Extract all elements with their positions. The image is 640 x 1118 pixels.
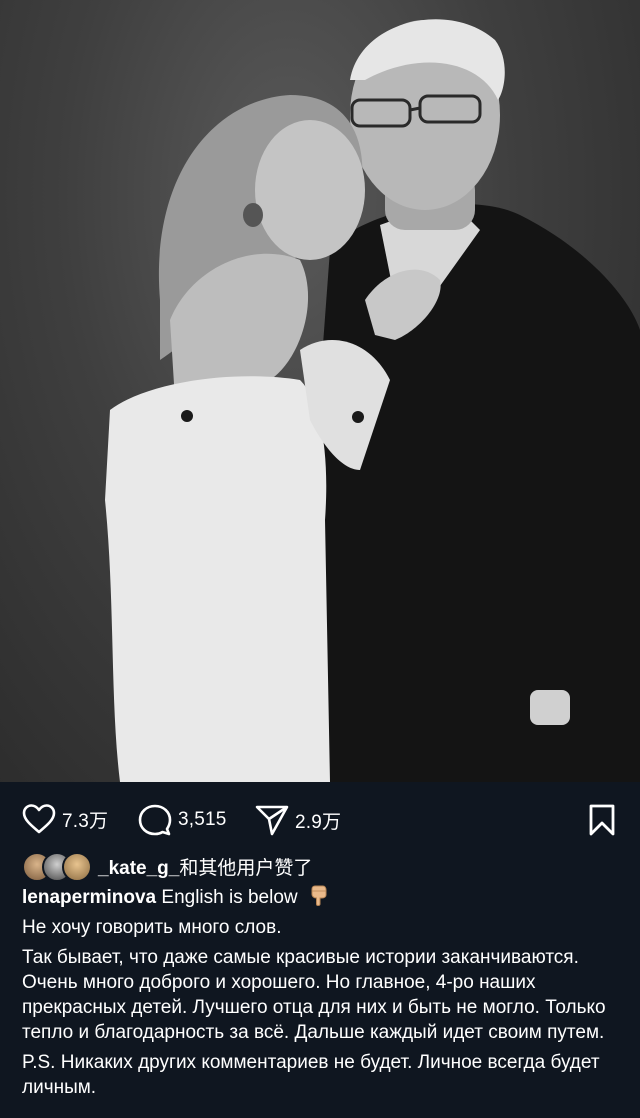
like-button[interactable]: 7.3万 <box>22 804 108 834</box>
liked-by-row[interactable]: _kate_g_和其他用户赞了 <box>22 852 312 882</box>
post-caption: lenaperminova English is below Не хочу г… <box>22 884 622 1105</box>
caption-first-line: lenaperminova English is below <box>22 884 622 910</box>
liker-avatars <box>22 852 98 882</box>
paper-plane-icon <box>255 805 289 836</box>
caption-paragraph-1: Не хочу говорить много слов. <box>22 917 282 938</box>
liked-by-text: _kate_g_和其他用户赞了 <box>98 853 312 880</box>
comment-bubble-icon <box>138 804 172 836</box>
post-action-bar: 7.3万 3,515 2.9万 <box>0 782 640 852</box>
share-button[interactable]: 2.9万 <box>255 804 341 836</box>
save-button[interactable] <box>588 804 616 836</box>
share-count: 2.9万 <box>295 811 342 833</box>
post-photo[interactable] <box>0 0 640 782</box>
caption-english-note: English is below <box>161 887 298 908</box>
liked-by-user[interactable]: _kate_g_ <box>98 858 179 879</box>
bookmark-icon <box>589 804 615 836</box>
heart-icon <box>22 804 56 834</box>
avatar <box>62 852 92 882</box>
pointing-down-emoji-icon <box>311 885 327 906</box>
caption-paragraph-2: Так бывает, что даже самые красивые исто… <box>22 947 606 1043</box>
caption-username[interactable]: lenaperminova <box>22 887 156 908</box>
liked-by-rest: 和其他用户赞了 <box>179 857 313 879</box>
like-count: 7.3万 <box>62 810 109 832</box>
comment-button[interactable]: 3,515 <box>138 804 227 836</box>
photo-illustration <box>105 19 640 782</box>
comment-count: 3,515 <box>178 809 227 830</box>
caption-paragraph-3: P.S. Никаких других комментариев не буде… <box>22 1052 600 1098</box>
